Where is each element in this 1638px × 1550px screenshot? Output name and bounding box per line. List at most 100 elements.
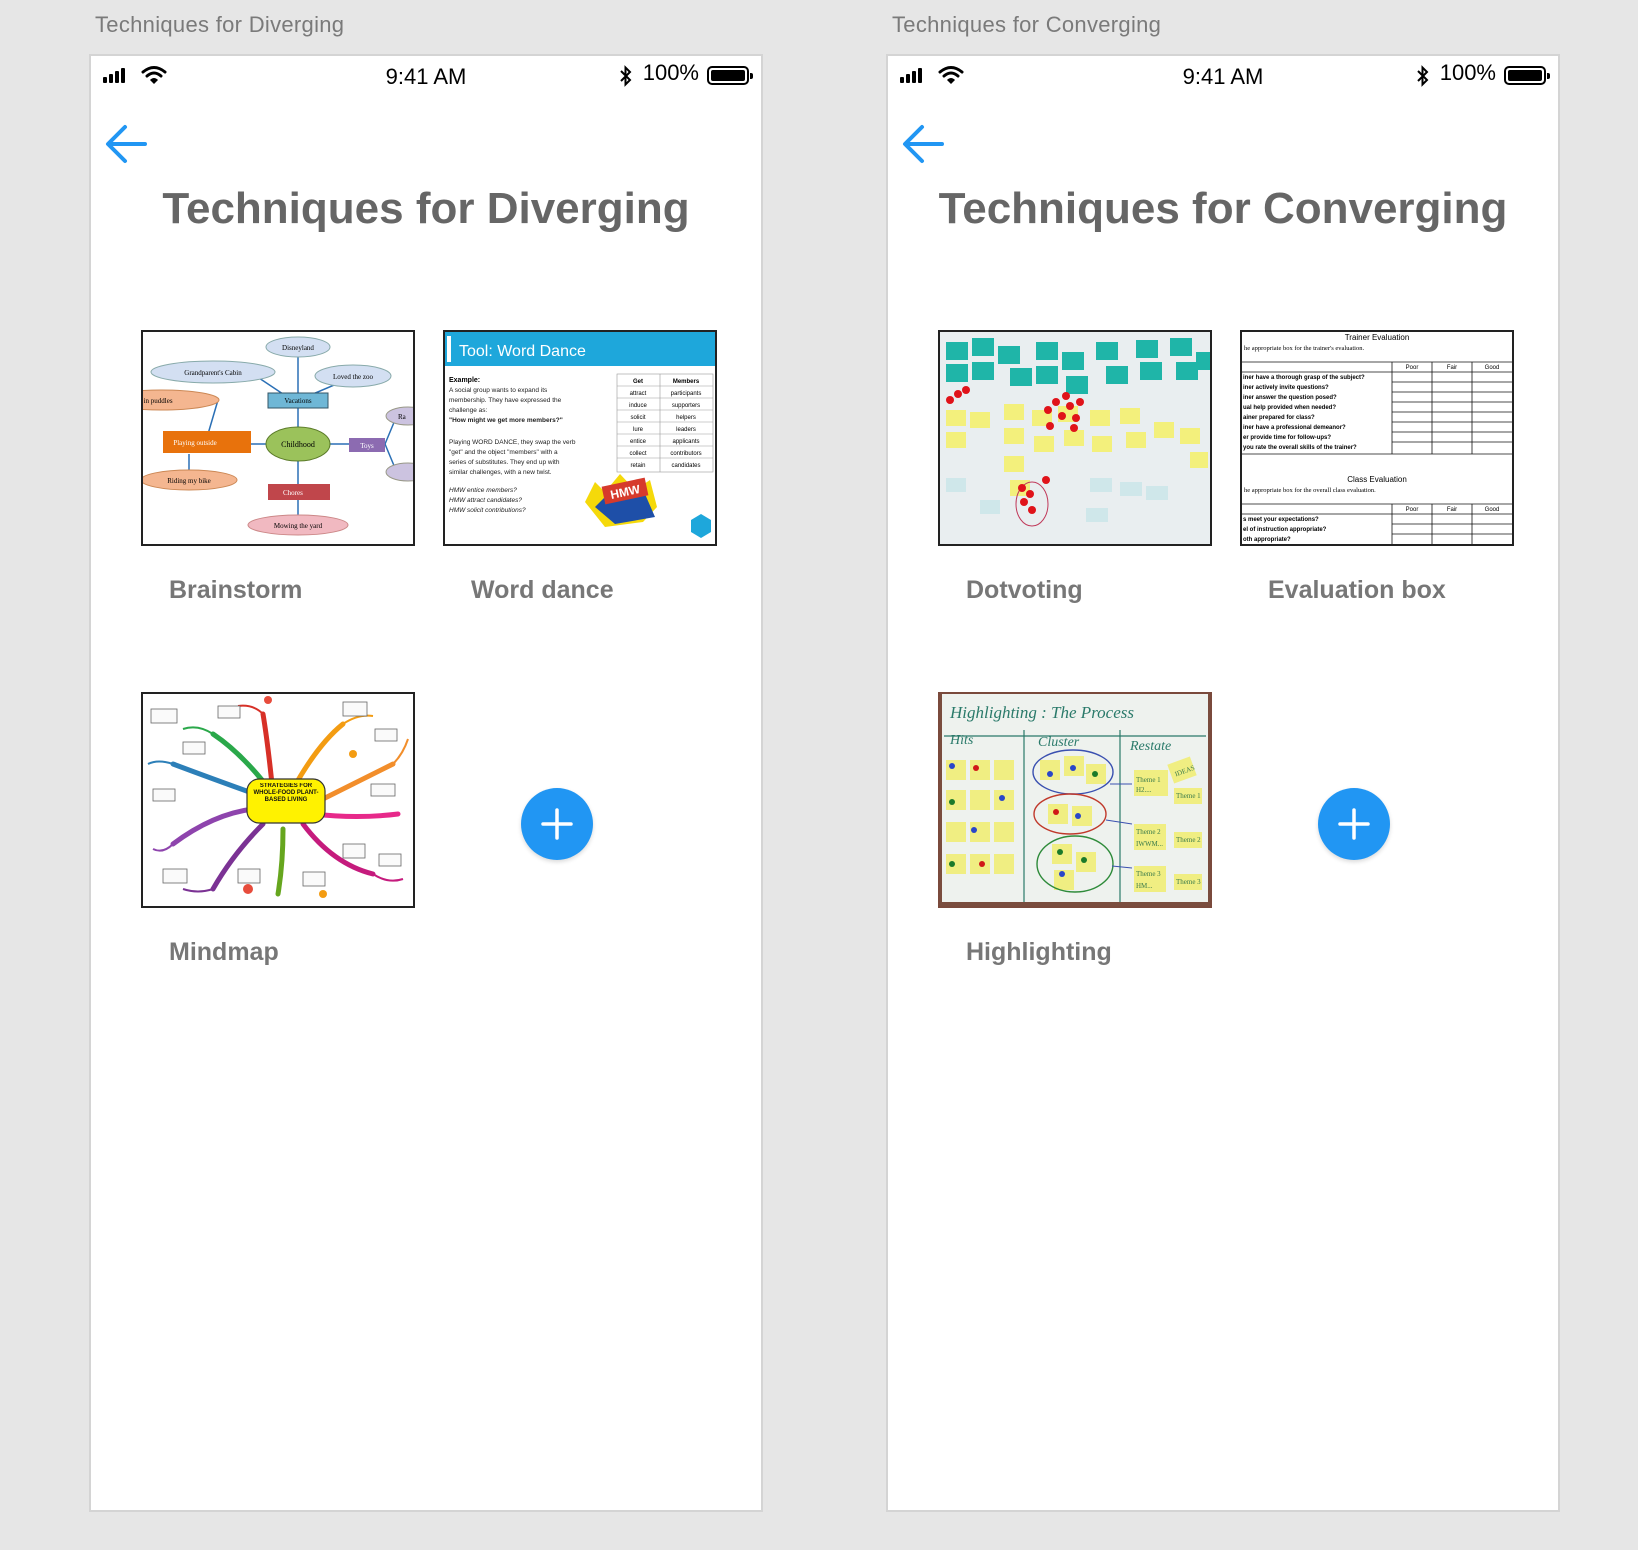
word-dance-line: challenge as: [449, 407, 487, 414]
word-dance-cell: attract [630, 391, 647, 397]
brainstorm-node-text: Vacations [284, 397, 311, 405]
status-bar: 9:41 AM 100% [888, 56, 1558, 96]
plus-icon [1338, 808, 1370, 840]
dotvoting-photo [940, 332, 1210, 544]
evaluation-col-header: Fair [1447, 365, 1457, 371]
artboard-label-diverging: Techniques for Diverging [95, 12, 345, 37]
evaluation-row: iner have a thorough grasp of the subjec… [1243, 375, 1365, 381]
evaluation-row: ainer prepared for class? [1243, 415, 1315, 421]
evaluation-row: el of instruction appropriate? [1243, 527, 1327, 533]
evaluation-form: Trainer Evaluation he appropriate box fo… [1242, 333, 1512, 544]
card-label[interactable]: Word dance [471, 576, 614, 605]
evaluation-subheading: he appropriate box for the trainer's eva… [1244, 345, 1364, 352]
evaluation-heading: Class Evaluation [1347, 475, 1407, 484]
word-dance-line: series of substitutes. They end up with [449, 459, 560, 466]
card-label[interactable]: Brainstorm [169, 576, 302, 605]
evaluation-col-header: Poor [1406, 365, 1419, 371]
word-dance-cell: retain [630, 463, 645, 469]
brainstorm-node-text: Mowing the yard [274, 522, 323, 530]
brainstorm-thumbnail[interactable]: Disneyland Grandparent's Cabin Loved the… [141, 330, 415, 546]
highlighting-note: H2.... [1136, 786, 1152, 794]
card-label[interactable]: Highlighting [966, 938, 1112, 967]
highlighting-thumbnail[interactable]: Highlighting : The Process Hits Cluster … [938, 692, 1212, 908]
brainstorm-center-text: Childhood [281, 440, 315, 449]
artboard-label-converging: Techniques for Converging [892, 12, 1162, 37]
technique-card-highlighting[interactable]: Highlighting : The Process Hits Cluster … [938, 692, 1212, 966]
battery-icon [1504, 66, 1550, 85]
word-dance-line: HMW entice members? [449, 487, 517, 494]
highlighting-column: Hits [949, 733, 974, 748]
evaluation-row: iner have a professional demeanor? [1243, 425, 1346, 431]
highlighting-note: Theme 1 [1136, 776, 1161, 784]
word-dance-line: similar challenges, with a new twist. [449, 469, 552, 476]
technique-card-mindmap[interactable]: STRATEGIES FOR WHOLE-FOOD PLANT-BASED LI… [141, 692, 415, 966]
evaluation-row: ual help provided when needed? [1243, 405, 1336, 411]
card-label[interactable]: Evaluation box [1268, 576, 1446, 605]
word-dance-cell: solicit [630, 415, 645, 421]
word-dance-cell: applicants [672, 439, 699, 445]
brainstorm-diagram: Disneyland Grandparent's Cabin Loved the… [143, 336, 413, 536]
word-dance-line: "How might we get more members?" [449, 417, 563, 424]
highlighting-note: Theme 1 [1176, 792, 1201, 800]
word-dance-col-header: Members [673, 379, 700, 385]
mindmap-diagram: STRATEGIES FOR WHOLE-FOOD PLANT-BASED LI… [147, 696, 409, 898]
word-dance-line: HMW solicit contributions? [449, 507, 526, 514]
word-dance-line: A social group wants to expand its [449, 387, 548, 394]
word-dance-cell: leaders [676, 427, 696, 433]
evaluation-heading: Trainer Evaluation [1345, 333, 1410, 342]
page-title: Techniques for Diverging [162, 184, 690, 233]
word-dance-cell: lure [633, 427, 644, 433]
add-technique-button[interactable] [1318, 788, 1390, 860]
status-bar: 9:41 AM 100% [91, 56, 761, 96]
bluetooth-icon [620, 65, 632, 87]
brainstorm-node-text: Grandparent's Cabin [184, 369, 242, 377]
evaluation-box-thumbnail[interactable]: Trainer Evaluation he appropriate box fo… [1240, 330, 1514, 546]
word-dance-cell: contributors [670, 451, 701, 457]
mindmap-thumbnail[interactable]: STRATEGIES FOR WHOLE-FOOD PLANT-BASED LI… [141, 692, 415, 908]
phone-screen-diverging: 9:41 AM 100% Techniques for Diverging Di… [89, 54, 763, 1512]
word-dance-example: Example: [449, 377, 480, 384]
word-dance-thumbnail[interactable]: Tool: Word Dance Example: A social group… [443, 330, 717, 546]
brainstorm-node-text: ping in puddles [143, 397, 173, 405]
word-dance-cell: helpers [676, 415, 696, 421]
word-dance-line: Playing WORD DANCE, they swap the verb [449, 439, 576, 446]
brainstorm-node-text: Loved the zoo [333, 373, 374, 381]
evaluation-row: er provide time for follow-ups? [1243, 435, 1331, 441]
evaluation-col-header: Good [1485, 507, 1500, 513]
highlighting-column: Restate [1129, 739, 1171, 754]
evaluation-row: iner answer the question posed? [1243, 395, 1337, 401]
highlighting-note: Theme 3 [1176, 878, 1201, 886]
word-dance-col-header: Get [633, 379, 643, 385]
battery-icon [707, 66, 753, 85]
word-dance-cell: candidates [671, 463, 700, 469]
highlighting-note: Theme 3 [1136, 870, 1161, 878]
arrow-left-icon[interactable] [101, 118, 153, 170]
card-label[interactable]: Mindmap [169, 938, 279, 967]
word-dance-heading: Tool: Word Dance [459, 343, 586, 360]
battery-percentage: 100% [642, 60, 699, 85]
word-dance-cell: participants [671, 391, 702, 397]
plus-icon [541, 808, 573, 840]
evaluation-subheading: he appropriate box for the overall class… [1244, 487, 1376, 494]
technique-card-brainstorm[interactable]: Disneyland Grandparent's Cabin Loved the… [141, 330, 415, 604]
highlighting-note: Theme 2 [1136, 828, 1161, 836]
technique-card-word-dance[interactable]: Tool: Word Dance Example: A social group… [443, 330, 717, 604]
brainstorm-node-text: Ra [398, 413, 407, 421]
highlighting-photo: Highlighting : The Process Hits Cluster … [940, 694, 1210, 906]
word-dance-cell: collect [629, 451, 646, 457]
card-label[interactable]: Dotvoting [966, 576, 1083, 605]
add-technique-button[interactable] [521, 788, 593, 860]
word-dance-cell: supporters [672, 403, 700, 409]
evaluation-row: oth appropriate? [1243, 537, 1291, 543]
technique-card-dotvoting[interactable]: Dotvoting [938, 330, 1212, 604]
word-dance-line: HMW attract candidates? [449, 497, 522, 504]
phone-screen-converging: 9:41 AM 100% Techniques for Converging D… [886, 54, 1560, 1512]
mindmap-center-text: STRATEGIES FOR WHOLE-FOOD PLANT-BASED LI… [253, 783, 319, 803]
word-dance-line: "get" and the object "members" with a [449, 449, 558, 456]
battery-percentage: 100% [1439, 60, 1496, 85]
brainstorm-node-text: Toys [360, 442, 374, 450]
dotvoting-thumbnail[interactable] [938, 330, 1212, 546]
page-title: Techniques for Converging [938, 184, 1508, 233]
arrow-left-icon[interactable] [898, 118, 950, 170]
technique-card-evaluation-box[interactable]: Trainer Evaluation he appropriate box fo… [1240, 330, 1514, 604]
